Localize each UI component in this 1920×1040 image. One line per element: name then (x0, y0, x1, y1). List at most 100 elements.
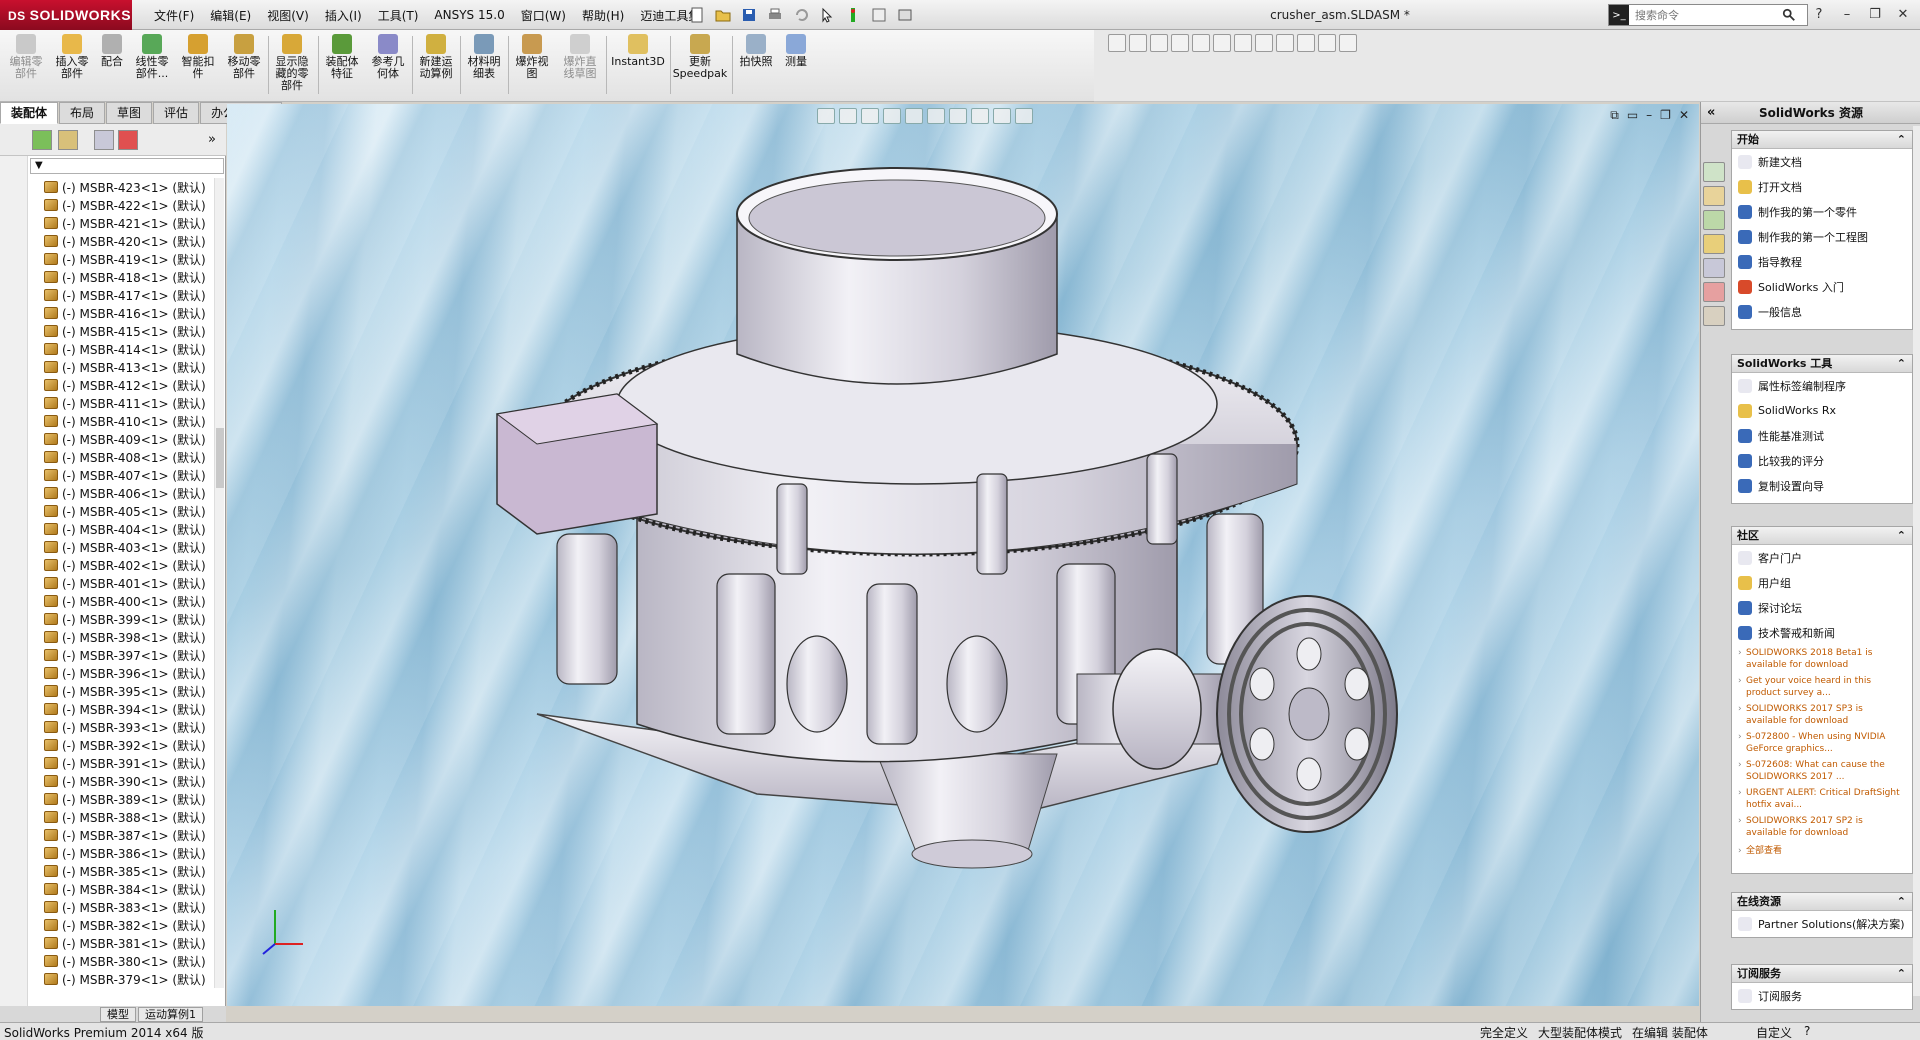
tree-item[interactable]: (-) MSBR-405<1> (默认) (44, 502, 216, 520)
solidworks-logo[interactable]: DS SOLIDWORKS (0, 0, 132, 30)
tree-item[interactable]: (-) MSBR-383<1> (默认) (44, 898, 216, 916)
tree-item[interactable]: (-) MSBR-381<1> (默认) (44, 934, 216, 952)
edit-appearance-icon[interactable] (971, 108, 989, 124)
custom-properties-icon[interactable] (1703, 306, 1725, 326)
sketch-line-icon[interactable] (1255, 34, 1273, 52)
tree-item[interactable]: (-) MSBR-423<1> (默认) (44, 178, 216, 196)
tree-item[interactable]: (-) MSBR-403<1> (默认) (44, 538, 216, 556)
file-properties-icon[interactable] (868, 4, 890, 26)
view-all-news-link[interactable]: 全部查看 (1738, 845, 1906, 857)
assembly-features-button[interactable]: 装配体 特征 (320, 34, 364, 80)
task-pane-link[interactable]: 比较我的评分 (1732, 448, 1912, 473)
view-orientation-icon[interactable] (905, 108, 923, 124)
view-right-icon[interactable] (1171, 34, 1189, 52)
tab-assembly[interactable]: 装配体 (0, 102, 59, 124)
tree-item[interactable]: (-) MSBR-399<1> (默认) (44, 610, 216, 628)
take-snapshot-button[interactable]: 拍快照 (734, 34, 778, 68)
task-pane-link[interactable]: 订阅服务 (1732, 983, 1912, 1008)
tree-item[interactable]: (-) MSBR-422<1> (默认) (44, 196, 216, 214)
news-item[interactable]: SOLIDWORKS 2017 SP3 is available for dow… (1738, 703, 1906, 727)
menu-view[interactable]: 视图(V) (259, 7, 317, 24)
explode-line-sketch-button[interactable]: 爆炸直 线草图 (558, 34, 602, 80)
task-pane-link[interactable]: 指导教程 (1732, 249, 1912, 274)
task-pane-link[interactable]: 探讨论坛 (1732, 595, 1912, 620)
task-pane-link[interactable]: 用户组 (1732, 570, 1912, 595)
tree-item[interactable]: (-) MSBR-386<1> (默认) (44, 844, 216, 862)
task-pane-link[interactable]: SolidWorks Rx (1732, 398, 1912, 423)
smart-fasteners-button[interactable]: 智能扣 件 (176, 34, 220, 80)
tree-item[interactable]: (-) MSBR-418<1> (默认) (44, 268, 216, 286)
tree-item[interactable]: (-) MSBR-413<1> (默认) (44, 358, 216, 376)
tree-item[interactable]: (-) MSBR-419<1> (默认) (44, 250, 216, 268)
tree-item[interactable]: (-) MSBR-408<1> (默认) (44, 448, 216, 466)
sketch-dimension-icon[interactable] (1276, 34, 1294, 52)
collapse-section-icon[interactable]: ⌃ (1897, 355, 1906, 372)
crusher-assembly-model[interactable] (457, 154, 1417, 874)
view-settings-icon[interactable] (1015, 108, 1033, 124)
unit-system-selector[interactable]: 自定义 (1756, 1024, 1792, 1040)
menu-tools[interactable]: 工具(T) (370, 7, 427, 24)
tree-item[interactable]: (-) MSBR-382<1> (默认) (44, 916, 216, 934)
view-front-icon[interactable] (1108, 34, 1126, 52)
news-item[interactable]: SOLIDWORKS 2017 SP2 is available for dow… (1738, 815, 1906, 839)
hide-show-items-icon[interactable] (949, 108, 967, 124)
viewport-split-icon[interactable]: ⧉ (1610, 108, 1619, 123)
tab-model[interactable]: 模型 (100, 1006, 136, 1022)
tree-item[interactable]: (-) MSBR-392<1> (默认) (44, 736, 216, 754)
tree-item[interactable]: (-) MSBR-397<1> (默认) (44, 646, 216, 664)
task-pane-link[interactable]: 属性标签编制程序 (1732, 373, 1912, 398)
rebuild-icon[interactable] (842, 4, 864, 26)
select-pointer-icon[interactable] (816, 4, 838, 26)
tab-sketch[interactable]: 草图 (106, 102, 153, 124)
bill-of-materials-button[interactable]: 材料明 细表 (462, 34, 506, 80)
news-item[interactable]: S-072800 - When using NVIDIA GeForce gra… (1738, 731, 1906, 755)
tree-item[interactable]: (-) MSBR-394<1> (默认) (44, 700, 216, 718)
zoom-area-icon[interactable] (839, 108, 857, 124)
options-icon[interactable] (894, 4, 916, 26)
tree-item[interactable]: (-) MSBR-416<1> (默认) (44, 304, 216, 322)
collapse-section-icon[interactable]: ⌃ (1897, 893, 1906, 910)
tab-layout[interactable]: 布局 (59, 102, 106, 124)
news-item[interactable]: Get your voice heard in this product sur… (1738, 675, 1906, 699)
viewport-restore-icon[interactable]: ❐ (1660, 108, 1671, 123)
scrollbar-thumb[interactable] (216, 428, 224, 488)
task-pane-link[interactable]: 客户门户 (1732, 545, 1912, 570)
task-pane-link[interactable]: 复制设置向导 (1732, 473, 1912, 498)
exploded-view-button[interactable]: 爆炸视 图 (510, 34, 554, 80)
tree-item[interactable]: (-) MSBR-400<1> (默认) (44, 592, 216, 610)
tree-item[interactable]: (-) MSBR-390<1> (默认) (44, 772, 216, 790)
help-icon[interactable]: ? (1808, 4, 1830, 24)
expand-panel-icon[interactable]: » (208, 132, 216, 147)
previous-view-icon[interactable] (861, 108, 879, 124)
measure-button[interactable]: 测量 (774, 34, 818, 68)
sketch-repair-icon[interactable] (1318, 34, 1336, 52)
status-help-icon[interactable]: ? (1804, 1024, 1810, 1040)
tree-filter-field[interactable]: ▼ (30, 158, 224, 174)
mate-button[interactable]: 配合 (90, 34, 134, 68)
tree-item[interactable]: (-) MSBR-411<1> (默认) (44, 394, 216, 412)
task-pane-link[interactable]: 性能基准测试 (1732, 423, 1912, 448)
task-pane-link[interactable]: 制作我的第一个零件 (1732, 199, 1912, 224)
collapse-pane-icon[interactable]: « (1707, 102, 1715, 124)
instant3d-button[interactable]: Instant3D (611, 34, 665, 68)
zoom-to-fit-icon[interactable] (817, 108, 835, 124)
appearances-icon[interactable] (1703, 282, 1725, 302)
insert-component-button[interactable]: 插入零 部件 (50, 34, 94, 80)
new-document-icon[interactable] (686, 4, 708, 26)
tree-item[interactable]: (-) MSBR-407<1> (默认) (44, 466, 216, 484)
design-library-icon[interactable] (1703, 210, 1725, 230)
tree-item[interactable]: (-) MSBR-380<1> (默认) (44, 952, 216, 970)
tree-item[interactable]: (-) MSBR-420<1> (默认) (44, 232, 216, 250)
menu-window[interactable]: 窗口(W) (513, 7, 574, 24)
task-pane-scrollbar[interactable] (1913, 126, 1920, 996)
task-pane-link[interactable]: 新建文档 (1732, 149, 1912, 174)
home-tab-icon[interactable] (1703, 186, 1725, 206)
restore-icon[interactable]: ❐ (1864, 4, 1886, 24)
news-item[interactable]: SOLIDWORKS 2018 Beta1 is available for d… (1738, 647, 1906, 671)
property-manager-tab-icon[interactable] (58, 130, 78, 150)
minimize-icon[interactable]: – (1836, 4, 1858, 24)
menu-ansys[interactable]: ANSYS 15.0 (426, 8, 512, 22)
apply-scene-icon[interactable] (993, 108, 1011, 124)
search-icon[interactable] (1779, 5, 1799, 25)
view-left-icon[interactable] (1150, 34, 1168, 52)
